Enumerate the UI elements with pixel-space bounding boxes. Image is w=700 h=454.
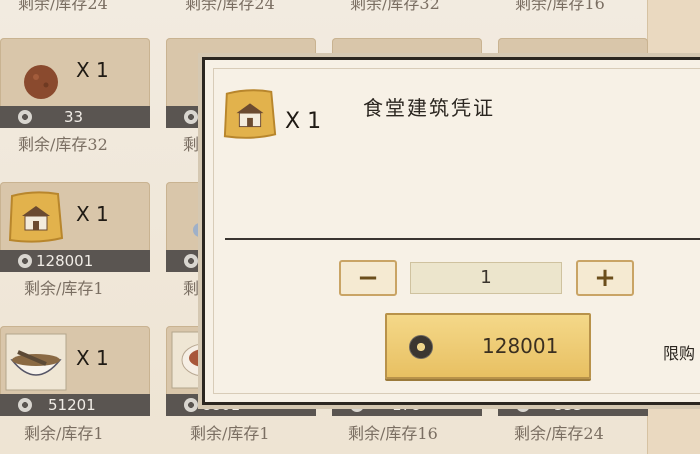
remain-label: 剩余/库存16 bbox=[348, 424, 438, 443]
price-bar: 33 bbox=[0, 106, 150, 128]
coin-icon bbox=[184, 254, 198, 268]
remain-label: 剩余/库存24 bbox=[185, 0, 275, 13]
meat-ball-icon bbox=[16, 52, 66, 102]
remain-label: 剩余/库存24 bbox=[514, 424, 604, 443]
purchase-dialog: X 1 食堂建筑凭证 − 1 + 128001 限购 bbox=[202, 57, 700, 405]
coin-icon bbox=[18, 110, 32, 124]
coin-icon bbox=[184, 398, 198, 412]
bowl-icon bbox=[4, 332, 68, 392]
coin-icon bbox=[409, 335, 433, 359]
remain-label: 剩余/库存1 bbox=[190, 424, 270, 443]
remain-label: 剩余/库存16 bbox=[515, 0, 605, 13]
increment-button[interactable]: + bbox=[576, 260, 634, 296]
remain-label: 剩余/库存24 bbox=[18, 0, 108, 13]
buy-price: 128001 bbox=[482, 334, 559, 358]
dialog-divider bbox=[225, 238, 700, 240]
item-price: 51201 bbox=[48, 396, 96, 414]
item-price: 33 bbox=[64, 108, 84, 126]
quantity-field[interactable]: 1 bbox=[410, 262, 562, 294]
shop-item-card[interactable]: X 1 128001 bbox=[0, 182, 150, 272]
buy-button[interactable]: 128001 bbox=[385, 313, 591, 379]
plus-icon: + bbox=[594, 263, 616, 293]
remain-label: 剩余/库存1 bbox=[24, 424, 104, 443]
remain-label: 剩余/库存32 bbox=[350, 0, 440, 13]
item-quantity: X 1 bbox=[76, 58, 109, 82]
building-voucher-icon bbox=[219, 86, 281, 144]
remain-label: 剩余/库存32 bbox=[18, 135, 108, 154]
coin-icon bbox=[18, 254, 32, 268]
item-quantity: X 1 bbox=[76, 346, 109, 370]
dialog-item-quantity: X 1 bbox=[285, 109, 322, 134]
remain-label: 剩余/库存1 bbox=[24, 279, 104, 298]
price-bar: 128001 bbox=[0, 250, 150, 272]
shop-item-card[interactable]: X 1 51201 bbox=[0, 326, 150, 416]
coin-icon bbox=[18, 398, 32, 412]
minus-icon: − bbox=[357, 263, 379, 293]
dialog-item-title: 食堂建筑凭证 bbox=[363, 96, 495, 120]
item-quantity: X 1 bbox=[76, 202, 109, 226]
remain-label: 剩 bbox=[183, 135, 200, 154]
purchase-limit-label: 限购 bbox=[663, 344, 696, 363]
remain-label: 剩 bbox=[183, 279, 200, 298]
coin-icon bbox=[184, 110, 198, 124]
decrement-button[interactable]: − bbox=[339, 260, 397, 296]
price-bar: 51201 bbox=[0, 394, 150, 416]
building-voucher-icon bbox=[4, 188, 68, 248]
shop-item-card[interactable]: X 1 33 bbox=[0, 38, 150, 128]
item-price: 128001 bbox=[36, 252, 94, 270]
